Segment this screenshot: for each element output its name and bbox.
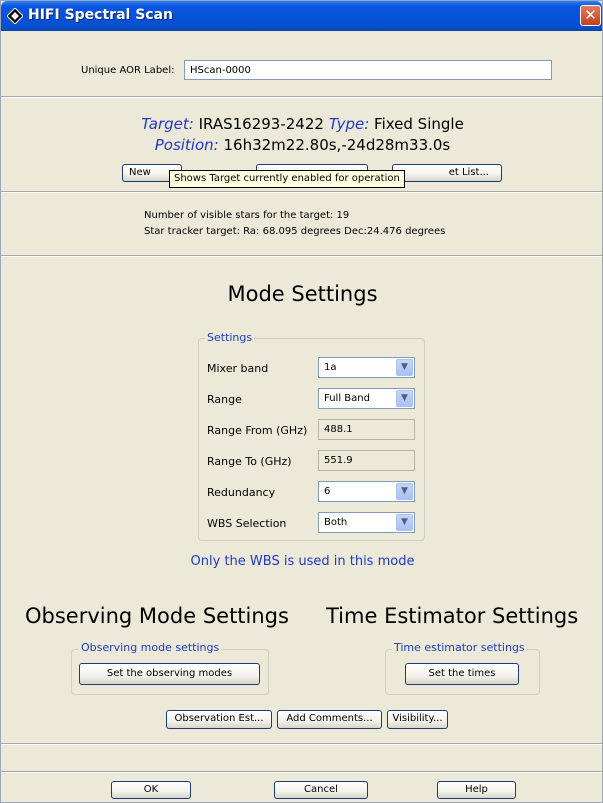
help-button[interactable]: Help	[437, 781, 516, 799]
visible-stars-text: Number of visible stars for the target: …	[144, 210, 350, 221]
wbs-selection-label: WBS Selection	[207, 517, 287, 530]
tooltip: Shows Target currently enabled for opera…	[169, 170, 405, 188]
range-from-field: 488.1	[318, 419, 415, 440]
mixer-band-select[interactable]: 1a ▼	[318, 357, 415, 378]
divider	[1, 255, 602, 257]
observing-mode-heading: Observing Mode Settings	[25, 604, 289, 628]
position-line: Position: 16h32m22.80s,-24d28m33.0s	[1, 136, 603, 154]
target-list-button[interactable]: et List...	[392, 164, 502, 182]
mixer-band-label: Mixer band	[207, 362, 269, 375]
wbs-note: Only the WBS is used in this mode	[190, 554, 415, 569]
target-value: IRAS16293-2422	[198, 115, 324, 133]
star-tracker-text: Star tracker target: Ra: 68.095 degrees …	[144, 226, 446, 237]
divider	[1, 96, 602, 98]
settings-group-title: Settings	[205, 331, 255, 344]
mode-settings-heading: Mode Settings	[227, 282, 378, 306]
ok-button[interactable]: OK	[111, 781, 191, 799]
mixer-band-value: 1a	[324, 362, 337, 373]
range-to-label: Range To (GHz)	[207, 455, 292, 468]
cancel-button[interactable]: Cancel	[274, 781, 368, 799]
type-value: Fixed Single	[374, 115, 464, 133]
window-title: HIFI Spectral Scan	[28, 7, 173, 23]
redundancy-label: Redundancy	[207, 486, 276, 499]
divider	[1, 191, 602, 193]
range-label: Range	[207, 393, 242, 406]
observing-mode-group-title: Observing mode settings	[79, 641, 222, 654]
close-icon: ✕	[584, 6, 597, 24]
time-estimator-group-title: Time estimator settings	[392, 641, 527, 654]
position-label: Position:	[154, 136, 219, 154]
hifi-spectral-scan-window: HIFI Spectral Scan ✕ Unique AOR Label: T…	[0, 0, 603, 803]
add-comments-button[interactable]: Add Comments...	[277, 710, 382, 729]
divider	[1, 771, 602, 773]
redundancy-value: 6	[324, 486, 331, 497]
chevron-down-icon[interactable]: ▼	[396, 514, 413, 531]
wbs-selection-value: Both	[324, 517, 348, 528]
hifi-diamond-icon	[7, 8, 23, 24]
range-from-label: Range From (GHz)	[207, 424, 308, 437]
aor-label-input[interactable]	[184, 60, 552, 80]
title-bar[interactable]: HIFI Spectral Scan ✕	[1, 1, 602, 31]
range-value: Full Band	[324, 393, 370, 404]
chevron-down-icon[interactable]: ▼	[396, 359, 413, 376]
redundancy-select[interactable]: 6 ▼	[318, 481, 415, 502]
set-observing-modes-button[interactable]: Set the observing modes	[79, 663, 260, 685]
visibility-button[interactable]: Visibility...	[387, 710, 448, 729]
set-times-button[interactable]: Set the times	[405, 663, 519, 685]
range-to-field: 551.9	[318, 450, 415, 471]
aor-label: Unique AOR Label:	[81, 65, 175, 76]
position-value: 16h32m22.80s,-24d28m33.0s	[223, 136, 451, 154]
divider	[1, 743, 602, 745]
time-estimator-heading: Time Estimator Settings	[326, 604, 579, 628]
chevron-down-icon[interactable]: ▼	[396, 390, 413, 407]
type-label: Type:	[328, 115, 370, 133]
wbs-selection-select[interactable]: Both ▼	[318, 512, 415, 533]
observation-est-button[interactable]: Observation Est...	[166, 710, 272, 729]
target-line: Target: IRAS16293-2422 Type: Fixed Singl…	[1, 115, 603, 133]
target-label: Target:	[141, 115, 194, 133]
range-select[interactable]: Full Band ▼	[318, 388, 415, 409]
close-button[interactable]: ✕	[580, 5, 601, 26]
chevron-down-icon[interactable]: ▼	[396, 483, 413, 500]
